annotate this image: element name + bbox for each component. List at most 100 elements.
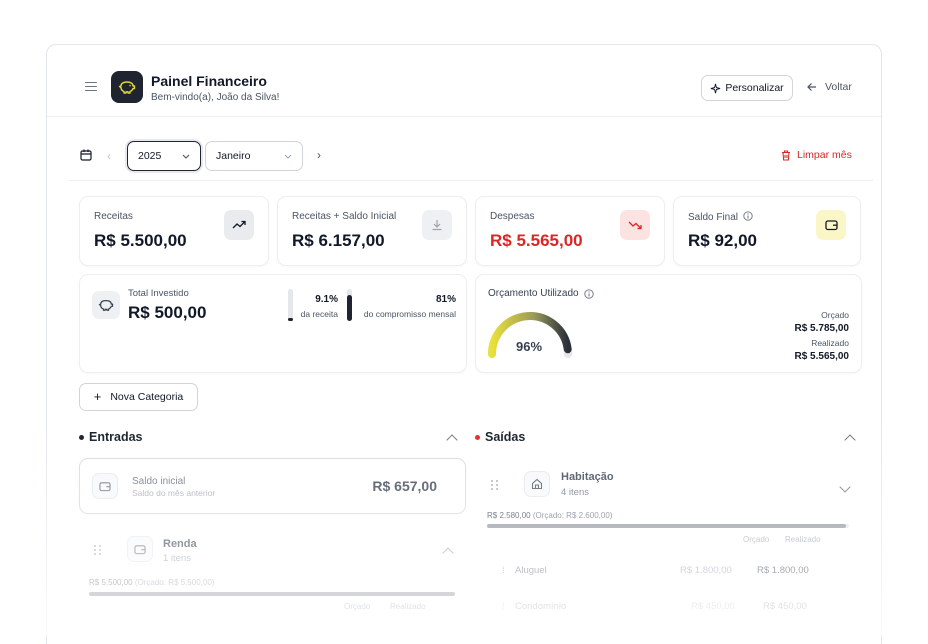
renda-col-planned: Orçado <box>344 602 371 611</box>
item-actual: R$ 1.800,00 <box>757 565 809 576</box>
page-title: Painel Financeiro <box>151 73 267 89</box>
habitacao-total: R$ 2.580,00 <box>487 511 531 520</box>
trash-icon <box>782 149 790 161</box>
item-planned: R$ 450,00 <box>691 601 735 612</box>
stat-label: Receitas <box>94 211 133 222</box>
drag-handle-icon[interactable]: ⁞ <box>502 565 505 576</box>
previous-month-button[interactable]: ‹ <box>107 149 111 163</box>
opening-value: R$ 657,00 <box>372 478 437 494</box>
habitacao-progress <box>487 524 849 528</box>
category-renda-name: Renda <box>163 538 197 550</box>
piggy-bank-logo-icon <box>111 71 143 103</box>
stat-value: R$ 5.500,00 <box>94 231 187 250</box>
bullet-icon <box>475 434 480 440</box>
stat-value: R$ 5.565,00 <box>490 231 583 250</box>
stat-card-expenses: Despesas R$ 5.565,00 <box>475 196 665 266</box>
download-icon <box>422 210 452 240</box>
habitacao-budget-note: (Orçado: R$ 2.600,00) <box>532 511 613 520</box>
opening-subtitle: Saldo do mês anterior <box>132 488 216 498</box>
stat-card-final-balance: Saldo Final R$ 92,00 <box>673 196 861 266</box>
new-category-button[interactable]: + Nova Categoria <box>79 383 198 411</box>
stat-label: Saldo Final <box>688 211 753 223</box>
investment-card: Total Investido R$ 500,00 9.1% da receit… <box>79 274 467 373</box>
investment-label: Total Investido <box>128 288 189 299</box>
section-saidas-title: Saídas <box>475 430 525 444</box>
back-button[interactable]: Voltar <box>807 81 852 93</box>
renda-total: R$ 5.500,00 <box>89 578 133 587</box>
info-icon[interactable] <box>743 211 753 221</box>
clear-month-button[interactable]: Limpar mês <box>781 149 852 161</box>
personalize-label: Personalizar <box>725 82 784 94</box>
budget-title: Orçamento Utilizado <box>488 288 579 299</box>
category-habitacao-name: Habitação <box>561 471 614 483</box>
saidas-title: Saídas <box>485 430 526 444</box>
category-habitacao-count: 4 itens <box>561 487 589 498</box>
wallet-icon <box>816 210 846 240</box>
budget-percent: 96% <box>516 339 543 354</box>
chevron-down-icon <box>284 154 292 159</box>
opening-title: Saldo inicial <box>132 476 186 487</box>
budget-card: Orçamento Utilizado 96% Orçado R$ 5.785,… <box>475 274 862 373</box>
expand-habitacao-icon[interactable] <box>839 481 851 493</box>
clear-month-label: Limpar mês <box>797 149 852 161</box>
section-entradas-title: Entradas <box>79 430 143 444</box>
income-share-percent: 9.1% <box>315 294 338 305</box>
investment-value: R$ 500,00 <box>128 303 207 322</box>
collapse-entradas-icon[interactable] <box>446 434 458 446</box>
item-actual: R$ 450,00 <box>763 601 807 612</box>
calendar-icon <box>80 149 92 161</box>
commitment-share-label: do compromisso mensal <box>363 309 456 319</box>
renda-budget-note: (Orçado: R$ 5.500,00) <box>134 578 215 587</box>
habitacao-col-planned: Orçado <box>743 535 770 544</box>
stat-card-income-plus-balance: Receitas + Saldo Inicial R$ 6.157,00 <box>277 196 467 266</box>
sparkles-icon <box>711 83 721 93</box>
personalize-button[interactable]: Personalizar <box>701 75 793 101</box>
entradas-title: Entradas <box>89 430 143 444</box>
budget-summary: Orçado R$ 5.785,00 Realizado R$ 5.565,00 <box>795 308 850 364</box>
trending-down-icon <box>620 210 650 240</box>
planned-label: Orçado <box>821 310 849 320</box>
stat-label: Receitas + Saldo Inicial <box>292 211 397 222</box>
arrow-left-icon <box>807 83 816 91</box>
dashboard-window: Painel Financeiro Bem-vindo(a), João da … <box>46 44 882 644</box>
renda-col-actual: Realizado <box>390 602 426 611</box>
stat-value: R$ 92,00 <box>688 231 757 250</box>
wallet-icon <box>127 536 153 562</box>
drag-handle-icon[interactable] <box>491 480 499 490</box>
plus-icon: + <box>93 389 102 404</box>
item-planned: R$ 1.800,00 <box>680 565 732 576</box>
budget-title-row: Orçamento Utilizado <box>488 288 594 299</box>
menu-icon[interactable] <box>85 82 97 92</box>
stat-value: R$ 6.157,00 <box>292 231 385 250</box>
budget-gauge <box>488 312 572 358</box>
opening-balance-card: Saldo inicial Saldo do mês anterior R$ 6… <box>79 458 466 514</box>
drag-handle-icon[interactable]: ⁞ <box>502 601 505 612</box>
collapse-saidas-icon[interactable] <box>844 434 856 446</box>
month-value: Janeiro <box>216 150 251 162</box>
stat-label: Despesas <box>490 211 535 222</box>
back-label: Voltar <box>825 81 852 93</box>
info-icon[interactable] <box>583 288 594 299</box>
item-name: Aluguel <box>515 565 547 576</box>
commitment-share-percent: 81% <box>435 294 456 305</box>
welcome-text: Bem-vindo(a), João da Silva! <box>151 92 280 103</box>
commitment-share-bar <box>347 289 352 321</box>
year-value: 2025 <box>138 150 162 162</box>
item-name: Condomínio <box>515 601 567 612</box>
new-category-label: Nova Categoria <box>110 391 184 403</box>
renda-progress <box>89 592 455 596</box>
habitacao-col-actual: Realizado <box>785 535 821 544</box>
drag-handle-icon[interactable] <box>94 545 102 555</box>
month-select[interactable]: Janeiro <box>205 141 303 171</box>
trending-up-icon <box>224 210 254 240</box>
stat-label-text: Saldo Final <box>688 212 739 223</box>
category-renda-count: 1 itens <box>163 553 191 564</box>
piggy-bank-icon <box>92 291 120 319</box>
category-habitacao-summary: R$ 2.580,00 (Orçado: R$ 2.600,00) <box>487 511 612 520</box>
divider <box>69 180 873 181</box>
next-month-button[interactable]: › <box>317 148 321 162</box>
collapse-renda-icon[interactable] <box>442 547 454 559</box>
stat-card-income: Receitas R$ 5.500,00 <box>79 196 269 266</box>
period-selector: ‹ 2025 Janeiro › Limpar mês <box>47 117 881 181</box>
year-select[interactable]: 2025 <box>127 141 201 171</box>
